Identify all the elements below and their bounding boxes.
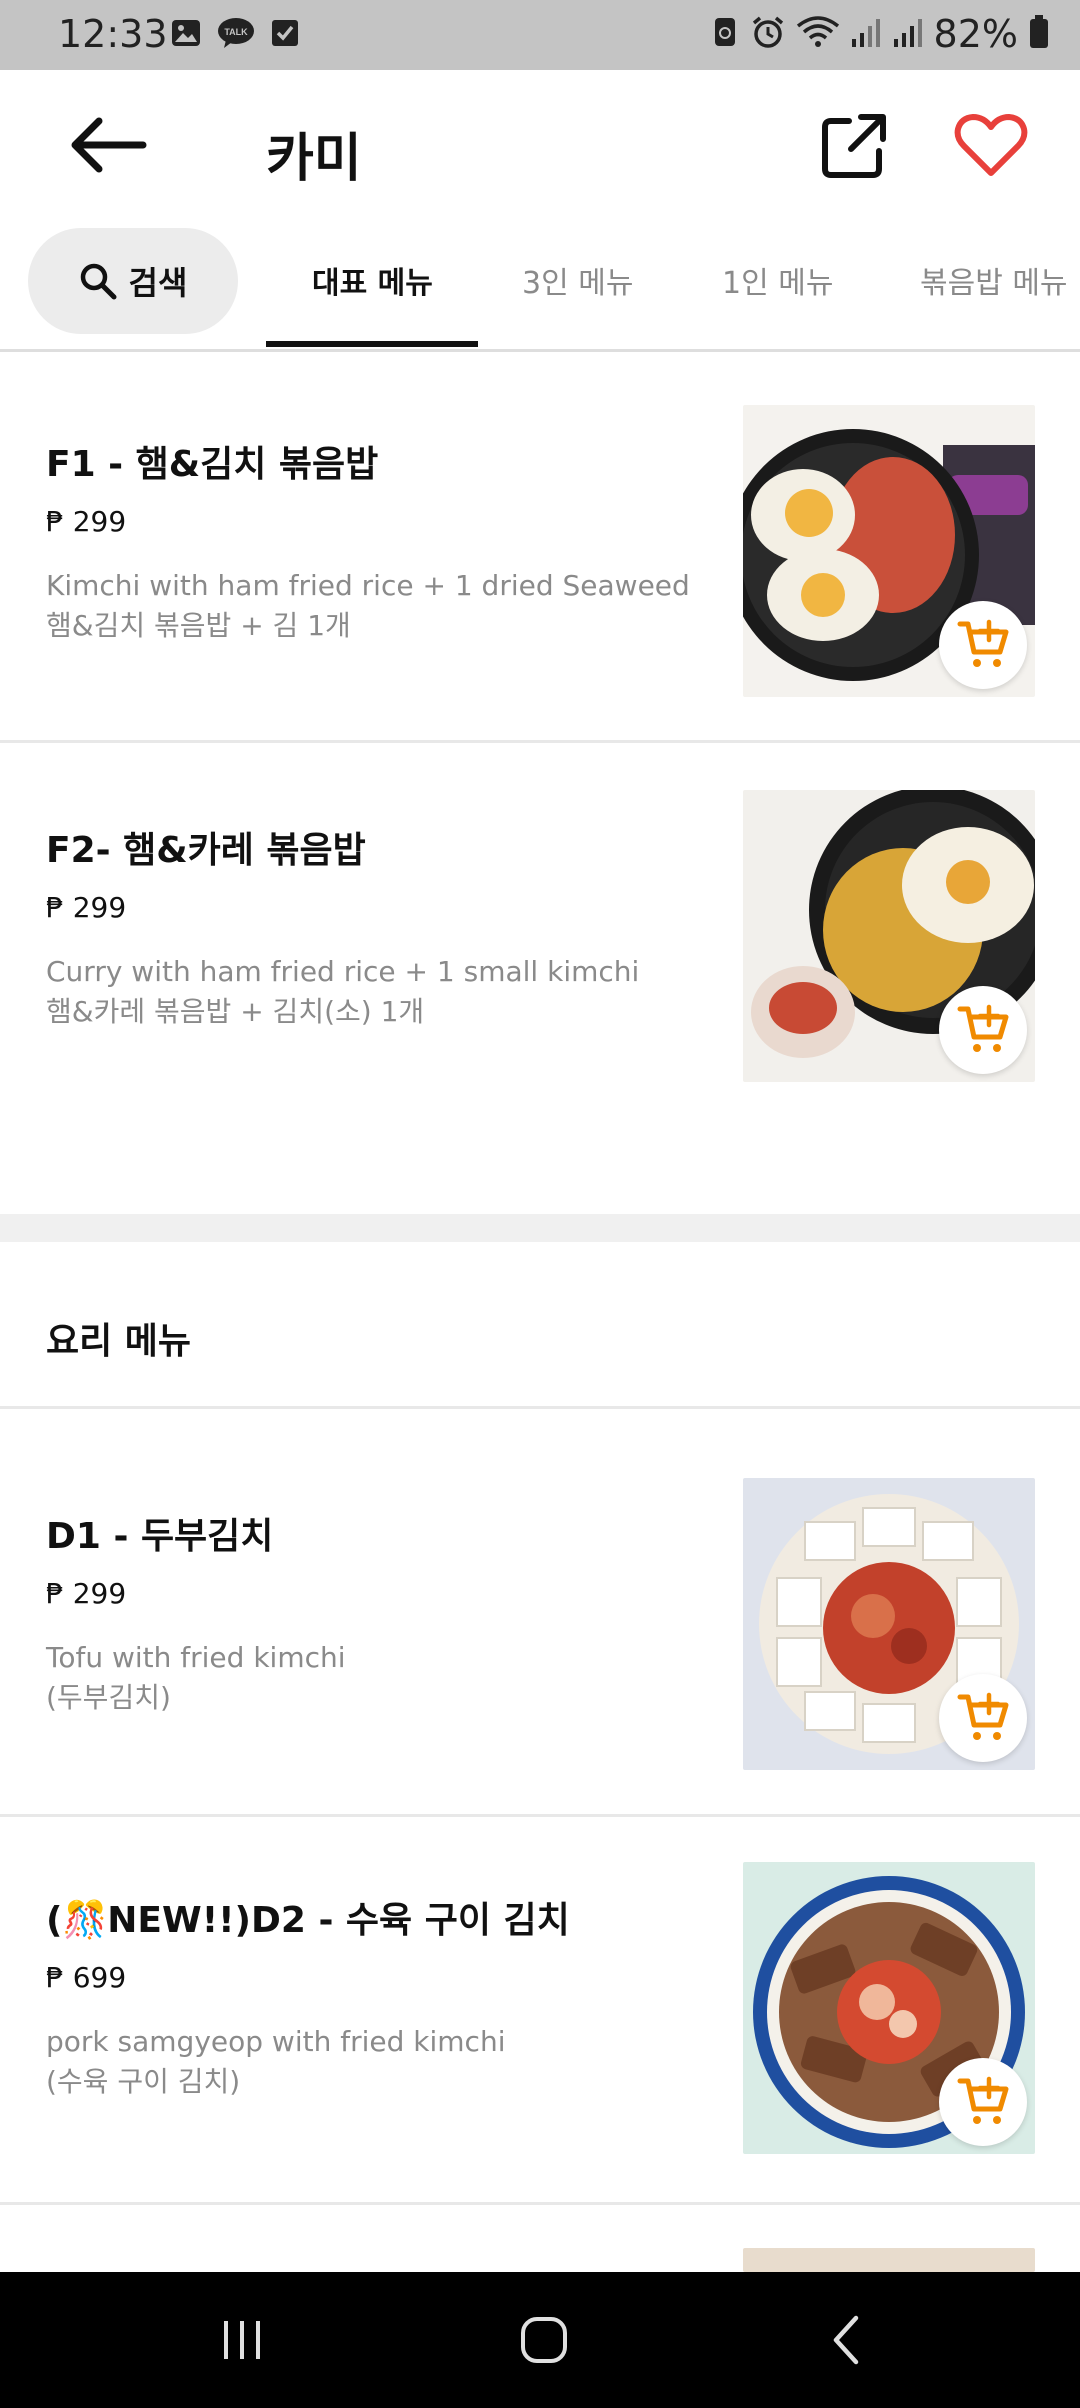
item-description-en: Tofu with fried kimchi bbox=[46, 1641, 346, 1674]
app-header: 카미 bbox=[0, 70, 1080, 220]
signal-icon bbox=[892, 15, 924, 53]
battery-icon bbox=[1028, 14, 1050, 54]
menu-item-f1[interactable]: F1 - 햄&김치 볶음밥 ₱ 299 Kimchi with ham frie… bbox=[0, 355, 1080, 740]
search-button[interactable]: 검색 bbox=[28, 228, 238, 334]
page-title: 카미 bbox=[266, 129, 362, 189]
status-right-icons: 82% bbox=[710, 12, 1050, 56]
item-description-en: pork samgyeop with fried kimchi bbox=[46, 2025, 506, 2058]
recent-apps-icon bbox=[224, 2321, 260, 2359]
favorite-button[interactable] bbox=[950, 106, 1032, 186]
item-name: (🎊NEW!!)D2 - 수육 구이 김치 bbox=[46, 1900, 570, 1941]
add-to-cart-icon bbox=[957, 619, 1009, 667]
add-to-cart-button[interactable] bbox=[939, 601, 1027, 689]
item-name: F2- 햄&카레 볶음밥 bbox=[46, 830, 366, 871]
menu-item-d2[interactable]: (🎊NEW!!)D2 - 수육 구이 김치 ₱ 699 pork samgyeo… bbox=[0, 1817, 1080, 2202]
item-divider bbox=[0, 2202, 1080, 2205]
menu-item-d1[interactable]: D1 - 두부김치 ₱ 299 Tofu with fried kimchi (… bbox=[0, 1409, 1080, 1814]
item-price: ₱ 699 bbox=[46, 1961, 127, 1994]
item-description-ko: (수육 구이 김치) bbox=[46, 2065, 241, 2098]
item-description: Kimchi with ham fried rice + 1 dried Sea… bbox=[46, 566, 706, 646]
active-tab-indicator bbox=[266, 341, 478, 347]
svg-text:TALK: TALK bbox=[224, 27, 248, 37]
item-photo[interactable] bbox=[743, 1862, 1035, 2154]
system-navigation-bar bbox=[0, 2272, 1080, 2408]
battery-percent: 82% bbox=[933, 12, 1018, 56]
heart-icon bbox=[954, 114, 1028, 176]
status-bar: 12:33 TALK 82% bbox=[0, 0, 1080, 70]
search-icon bbox=[80, 263, 117, 300]
add-to-cart-icon bbox=[957, 2076, 1009, 2124]
item-photo[interactable] bbox=[743, 1478, 1035, 1770]
item-name: D1 - 두부김치 bbox=[46, 1516, 274, 1557]
item-description: Curry with ham fried rice + 1 small kimc… bbox=[46, 952, 706, 1032]
status-left-icons: TALK bbox=[170, 16, 300, 54]
tab-featured-menu[interactable]: 대표 메뉴 bbox=[312, 258, 433, 302]
item-description-ko: 햄&카레 볶음밥 + 김치(소) 1개 bbox=[46, 995, 425, 1028]
item-description-en: Kimchi with ham fried rice + 1 dried Sea… bbox=[46, 569, 690, 602]
alarm-icon bbox=[750, 14, 786, 54]
status-time: 12:33 bbox=[58, 12, 168, 56]
wifi-icon bbox=[796, 14, 840, 54]
item-price: ₱ 299 bbox=[46, 505, 127, 538]
item-description-en: Curry with ham fried rice + 1 small kimc… bbox=[46, 955, 640, 988]
next-item-photo[interactable] bbox=[743, 2248, 1035, 2272]
recent-apps-button[interactable] bbox=[192, 2302, 292, 2378]
share-button[interactable] bbox=[814, 106, 894, 186]
menu-item-f2[interactable]: F2- 햄&카레 볶음밥 ₱ 299 Curry with ham fried … bbox=[0, 743, 1080, 1213]
category-tabbar: 검색 대표 메뉴 3인 메뉴 1인 메뉴 볶음밥 메뉴 bbox=[0, 220, 1080, 352]
kakaotalk-icon: TALK bbox=[216, 16, 256, 54]
item-description-ko: (두부김치) bbox=[46, 1681, 171, 1714]
tab-fried-rice-menu[interactable]: 볶음밥 메뉴 bbox=[920, 258, 1068, 302]
add-to-cart-icon bbox=[957, 1692, 1009, 1740]
item-description-ko: 햄&김치 볶음밥 + 김 1개 bbox=[46, 609, 351, 642]
item-description: pork samgyeop with fried kimchi (수육 구이 김… bbox=[46, 2022, 706, 2102]
tab-1-person-menu[interactable]: 1인 메뉴 bbox=[722, 258, 833, 302]
recycle-icon bbox=[710, 14, 740, 54]
section-title: 요리 메뉴 bbox=[46, 1321, 192, 1362]
signal-icon bbox=[850, 15, 882, 53]
back-nav-button[interactable] bbox=[796, 2302, 896, 2378]
back-button[interactable] bbox=[64, 110, 154, 180]
home-button[interactable] bbox=[494, 2302, 594, 2378]
item-photo[interactable] bbox=[743, 405, 1035, 697]
search-label: 검색 bbox=[128, 264, 188, 302]
home-icon bbox=[521, 2317, 567, 2363]
checkbox-icon bbox=[270, 17, 300, 53]
add-to-cart-button[interactable] bbox=[939, 986, 1027, 1074]
item-name: F1 - 햄&김치 볶음밥 bbox=[46, 444, 379, 485]
item-photo[interactable] bbox=[743, 790, 1035, 1082]
item-description: Tofu with fried kimchi (두부김치) bbox=[46, 1638, 706, 1718]
gallery-icon bbox=[170, 17, 202, 53]
share-icon bbox=[822, 114, 886, 178]
add-to-cart-button[interactable] bbox=[939, 1674, 1027, 1762]
item-price: ₱ 299 bbox=[46, 1577, 127, 1610]
section-separator bbox=[0, 1214, 1080, 1242]
arrow-left-icon bbox=[71, 117, 147, 173]
add-to-cart-icon bbox=[957, 1004, 1009, 1052]
back-icon bbox=[833, 2315, 859, 2365]
item-price: ₱ 299 bbox=[46, 891, 127, 924]
tab-3-person-menu[interactable]: 3인 메뉴 bbox=[522, 258, 633, 302]
add-to-cart-button[interactable] bbox=[939, 2058, 1027, 2146]
